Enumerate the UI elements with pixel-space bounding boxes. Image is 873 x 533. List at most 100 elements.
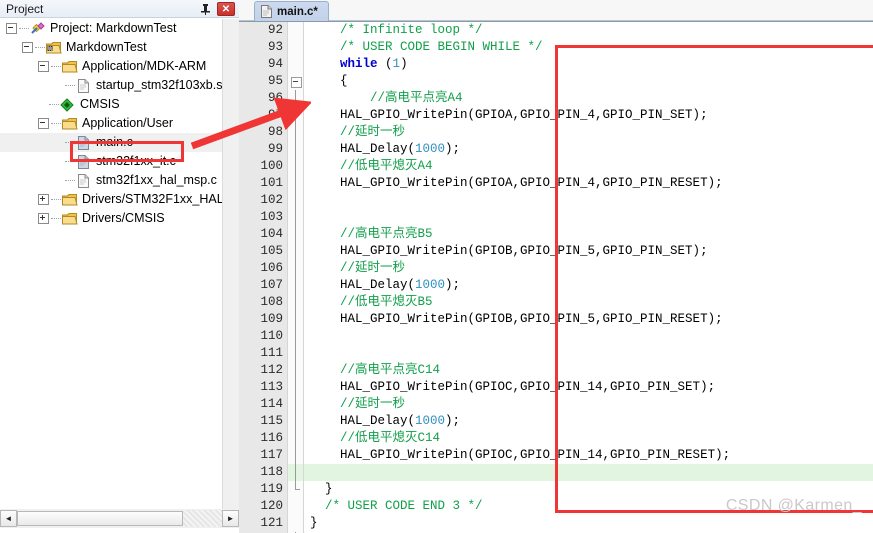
- tree-item-application-user[interactable]: Application/User: [0, 114, 222, 133]
- code-line[interactable]: 114 //延时一秒: [239, 396, 873, 413]
- code-line[interactable]: 101 HAL_GPIO_WritePin(GPIOA,GPIO_PIN_4,G…: [239, 175, 873, 192]
- code-line[interactable]: 103: [239, 209, 873, 226]
- fold-column[interactable]: [287, 107, 304, 124]
- pin-icon[interactable]: [198, 2, 213, 16]
- code-line[interactable]: 97 HAL_GPIO_WritePin(GPIOA,GPIO_PIN_4,GP…: [239, 107, 873, 124]
- collapse-icon[interactable]: [22, 42, 33, 53]
- code-line[interactable]: 105 HAL_GPIO_WritePin(GPIOB,GPIO_PIN_5,G…: [239, 243, 873, 260]
- tree-item-stm32f1xx-hal-msp-c[interactable]: stm32f1xx_hal_msp.c: [0, 171, 222, 190]
- code-line-text[interactable]: while (1): [304, 56, 873, 73]
- scroll-left-arrow-icon[interactable]: ◄: [0, 510, 17, 527]
- fold-column[interactable]: [287, 243, 304, 260]
- code-line[interactable]: 120 /* USER CODE END 3 */: [239, 498, 873, 515]
- tree-item-stm32f1xx-it-c[interactable]: stm32f1xx_it.c: [0, 152, 222, 171]
- hscroll-track[interactable]: [183, 510, 222, 527]
- code-line-text[interactable]: [304, 464, 873, 481]
- code-line[interactable]: 109 HAL_GPIO_WritePin(GPIOB,GPIO_PIN_5,G…: [239, 311, 873, 328]
- code-line-text[interactable]: //高电平点亮A4: [304, 90, 873, 107]
- fold-column[interactable]: [287, 158, 304, 175]
- tree-item-markdowntest[interactable]: MarkdownTest: [0, 38, 222, 57]
- fold-column[interactable]: [287, 294, 304, 311]
- code-line[interactable]: 107 HAL_Delay(1000);: [239, 277, 873, 294]
- code-line-text[interactable]: //高电平点亮C14: [304, 362, 873, 379]
- fold-column[interactable]: [287, 226, 304, 243]
- fold-column[interactable]: [287, 430, 304, 447]
- fold-column[interactable]: [287, 379, 304, 396]
- code-line-text[interactable]: {: [304, 73, 873, 90]
- tree-item-project-markdowntest[interactable]: Project: MarkdownTest: [0, 19, 222, 38]
- scroll-right-arrow-icon[interactable]: ►: [222, 510, 239, 527]
- code-line-text[interactable]: //延时一秒: [304, 124, 873, 141]
- code-line[interactable]: 102: [239, 192, 873, 209]
- project-tree[interactable]: Project: MarkdownTest MarkdownTest Applica…: [0, 19, 222, 509]
- fold-column[interactable]: [287, 413, 304, 430]
- code-line-text[interactable]: }: [304, 481, 873, 498]
- code-line-text[interactable]: //低电平熄灭A4: [304, 158, 873, 175]
- collapse-icon[interactable]: [38, 118, 49, 129]
- tree-item-startup-stm32f103xb-s[interactable]: startup_stm32f103xb.s: [0, 76, 222, 95]
- code-line[interactable]: 100 //低电平熄灭A4: [239, 158, 873, 175]
- code-line-text[interactable]: HAL_Delay(1000);: [304, 141, 873, 158]
- code-line-text[interactable]: /* Infinite loop */: [304, 22, 873, 39]
- tree-item-application-mdk-arm[interactable]: Application/MDK-ARM: [0, 57, 222, 76]
- code-line[interactable]: 104 //高电平点亮B5: [239, 226, 873, 243]
- fold-column[interactable]: [287, 328, 304, 345]
- code-text-area[interactable]: 92 /* Infinite loop */93 /* USER CODE BE…: [239, 22, 873, 533]
- code-line-text[interactable]: HAL_Delay(1000);: [304, 277, 873, 294]
- code-line-text[interactable]: HAL_GPIO_WritePin(GPIOC,GPIO_PIN_14,GPIO…: [304, 379, 873, 396]
- code-line[interactable]: 110: [239, 328, 873, 345]
- code-line[interactable]: 113 HAL_GPIO_WritePin(GPIOC,GPIO_PIN_14,…: [239, 379, 873, 396]
- code-line[interactable]: 116 //低电平熄灭C14: [239, 430, 873, 447]
- fold-column[interactable]: [287, 498, 304, 515]
- code-line-text[interactable]: /* USER CODE BEGIN WHILE */: [304, 39, 873, 56]
- code-line-text[interactable]: HAL_Delay(1000);: [304, 413, 873, 430]
- code-line-text[interactable]: //低电平熄灭B5: [304, 294, 873, 311]
- tree-item-drivers-stm32f1xx-hal-driv[interactable]: Drivers/STM32F1xx_HAL_Driv: [0, 190, 222, 209]
- code-line-text[interactable]: HAL_GPIO_WritePin(GPIOA,GPIO_PIN_4,GPIO_…: [304, 107, 873, 124]
- code-line-text[interactable]: [304, 192, 873, 209]
- code-line-text[interactable]: HAL_GPIO_WritePin(GPIOB,GPIO_PIN_5,GPIO_…: [304, 311, 873, 328]
- hscroll-thumb[interactable]: [17, 511, 183, 526]
- code-line[interactable]: 98 //延时一秒: [239, 124, 873, 141]
- code-line[interactable]: 111: [239, 345, 873, 362]
- code-line[interactable]: 117 HAL_GPIO_WritePin(GPIOC,GPIO_PIN_14,…: [239, 447, 873, 464]
- tab-mainc[interactable]: main.c*: [254, 1, 329, 21]
- fold-column[interactable]: [287, 209, 304, 226]
- tree-item-cmsis[interactable]: CMSIS: [0, 95, 222, 114]
- project-panel-horizontal-scrollbar[interactable]: ◄ ►: [0, 509, 239, 528]
- project-panel-vertical-scrollbar[interactable]: [222, 19, 239, 509]
- fold-column[interactable]: [287, 515, 304, 532]
- fold-column[interactable]: [287, 124, 304, 141]
- code-line-text[interactable]: [304, 345, 873, 362]
- fold-column[interactable]: [287, 175, 304, 192]
- collapse-icon[interactable]: [38, 61, 49, 72]
- fold-column[interactable]: [287, 311, 304, 328]
- fold-column[interactable]: [287, 277, 304, 294]
- code-line-text[interactable]: HAL_GPIO_WritePin(GPIOB,GPIO_PIN_5,GPIO_…: [304, 243, 873, 260]
- code-line-text[interactable]: //延时一秒: [304, 260, 873, 277]
- code-line[interactable]: 121}: [239, 515, 873, 532]
- code-line[interactable]: 119 }: [239, 481, 873, 498]
- code-line[interactable]: 93 /* USER CODE BEGIN WHILE */: [239, 39, 873, 56]
- fold-column[interactable]: [287, 192, 304, 209]
- code-line[interactable]: 96 //高电平点亮A4: [239, 90, 873, 107]
- code-line-text[interactable]: [304, 328, 873, 345]
- collapse-icon[interactable]: [6, 23, 17, 34]
- code-line-text[interactable]: //低电平熄灭C14: [304, 430, 873, 447]
- fold-column[interactable]: [287, 90, 304, 107]
- code-line-text[interactable]: }: [304, 515, 873, 532]
- code-line-text[interactable]: HAL_GPIO_WritePin(GPIOA,GPIO_PIN_4,GPIO_…: [304, 175, 873, 192]
- code-line-text[interactable]: //高电平点亮B5: [304, 226, 873, 243]
- fold-column[interactable]: [287, 464, 304, 481]
- fold-column[interactable]: [287, 22, 304, 39]
- code-line[interactable]: 112 //高电平点亮C14: [239, 362, 873, 379]
- fold-column[interactable]: [287, 447, 304, 464]
- code-line-text[interactable]: //延时一秒: [304, 396, 873, 413]
- code-line[interactable]: 106 //延时一秒: [239, 260, 873, 277]
- fold-column[interactable]: [287, 345, 304, 362]
- tree-item-main-c[interactable]: main.c: [0, 133, 222, 152]
- code-line[interactable]: 118: [239, 464, 873, 481]
- fold-column[interactable]: [287, 39, 304, 56]
- fold-column[interactable]: [287, 141, 304, 158]
- expand-icon[interactable]: [38, 194, 49, 205]
